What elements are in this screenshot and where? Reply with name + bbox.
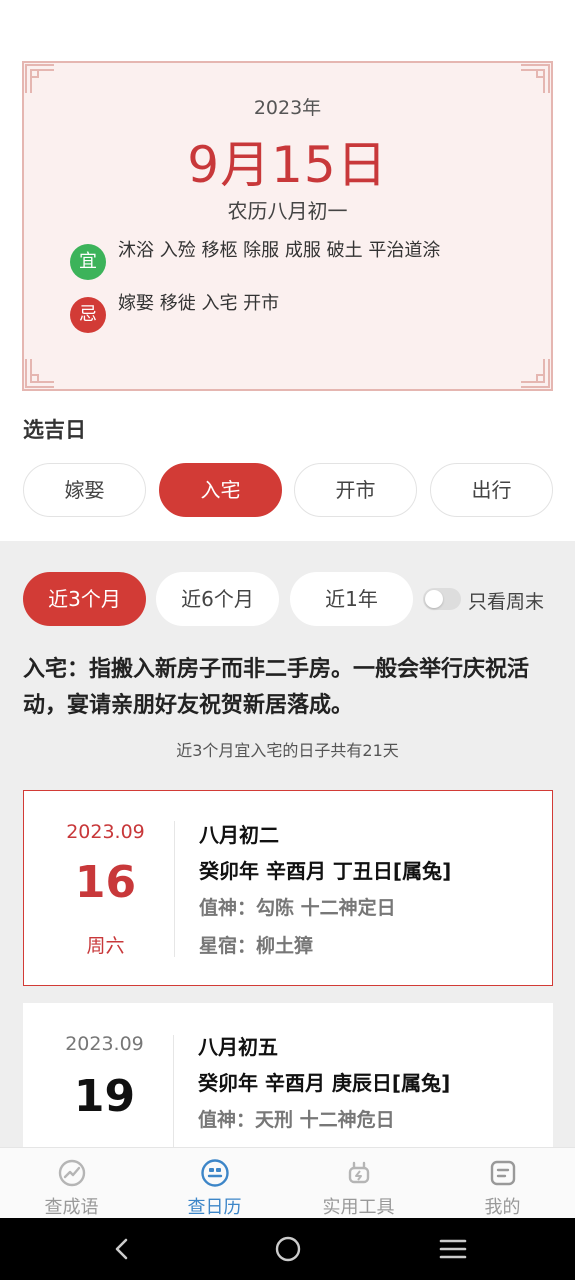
weekend-toggle[interactable] <box>423 588 461 610</box>
divider <box>174 821 175 957</box>
tools-icon <box>348 1161 370 1184</box>
back-icon[interactable] <box>107 1236 137 1262</box>
range-tab-1-year[interactable]: 近1年 <box>290 572 413 626</box>
divider <box>173 1035 174 1151</box>
day-xingxiu: 星宿：柳土獐 <box>199 935 314 957</box>
nav-label: 查日历 <box>187 1197 242 1218</box>
yi-badge: 宜 <box>70 244 106 280</box>
corner-ornament-icon <box>521 64 550 93</box>
category-tab-chuxing[interactable]: 出行 <box>430 463 553 517</box>
range-tab-6-months[interactable]: 近6个月 <box>156 572 279 626</box>
card-date: 9月15日 <box>187 136 388 194</box>
day-ganzhi: 癸卯年 辛酉月 丁丑日[属兔] <box>199 859 452 883</box>
calendar-icon <box>201 1159 229 1187</box>
nav-label: 实用工具 <box>322 1197 395 1218</box>
app-screen: 2023年 9月15日 农历八月初一 宜 沐浴 入殓 移柩 除服 成服 破土 平… <box>0 0 575 1280</box>
corner-ornament-icon <box>25 64 54 93</box>
day-ganzhi: 癸卯年 辛酉月 庚辰日[属兔] <box>198 1071 451 1095</box>
result-count: 近3个月宜入宅的日子共有21天 <box>176 741 399 760</box>
corner-ornament-icon <box>521 359 550 388</box>
recents-icon[interactable] <box>438 1236 468 1262</box>
card-year: 2023年 <box>253 97 322 119</box>
day-zhishen: 值神：天刑 十二神危日 <box>198 1109 395 1131</box>
category-description: 入宅：指搬入新房子而非二手房。一般会举行庆祝活动，宴请亲朋好友祝贺新居落成。 <box>23 657 530 718</box>
nav-item-idiom[interactable]: 查成语 <box>0 1148 143 1219</box>
nav-label: 我的 <box>484 1197 521 1218</box>
day-number: 16 <box>74 857 137 908</box>
corner-ornament-icon <box>25 359 54 388</box>
day-number: 19 <box>73 1071 136 1122</box>
system-nav-bar <box>0 1218 575 1280</box>
weekend-toggle-label[interactable]: 只看周末 <box>468 587 544 614</box>
nav-label: 查成语 <box>44 1197 99 1218</box>
card-lunar-date: 农历八月初一 <box>227 199 348 223</box>
toggle-knob <box>425 590 443 608</box>
nav-item-profile[interactable]: 我的 <box>431 1148 574 1219</box>
day-year-month: 2023.09 <box>66 821 145 843</box>
bottom-nav: 查成语 查日历 实用工具 我的 <box>0 1147 575 1218</box>
idiom-icon <box>58 1159 86 1187</box>
nav-item-tools[interactable]: 实用工具 <box>287 1148 430 1219</box>
day-card[interactable]: 2023.09 19 八月初五 癸卯年 辛酉月 庚辰日[属兔] 值神：天刑 十二… <box>23 1003 553 1151</box>
ji-row: 忌 嫁娶 移徙 入宅 开市 <box>70 289 531 333</box>
nav-item-calendar[interactable]: 查日历 <box>143 1148 286 1219</box>
day-zhishen: 值神：勾陈 十二神定日 <box>199 897 396 919</box>
date-card: 2023年 9月15日 农历八月初一 宜 沐浴 入殓 移柩 除服 成服 破土 平… <box>22 61 553 391</box>
yi-text: 沐浴 入殓 移柩 除服 成服 破土 平治道涂 <box>118 240 441 261</box>
day-lunar: 八月初五 <box>198 1035 278 1059</box>
ji-badge: 忌 <box>70 297 106 333</box>
day-card[interactable]: 2023.09 16 周六 八月初二 癸卯年 辛酉月 丁丑日[属兔] 值神：勾陈… <box>23 790 553 986</box>
category-tab-kaishi[interactable]: 开市 <box>294 463 417 517</box>
yi-row: 宜 沐浴 入殓 移柩 除服 成服 破土 平治道涂 <box>70 236 531 280</box>
category-tab-jiaqu[interactable]: 嫁娶 <box>23 463 146 517</box>
ji-text: 嫁娶 移徙 入宅 开市 <box>118 293 280 314</box>
category-tab-ruzhai[interactable]: 入宅 <box>159 463 282 517</box>
day-year-month: 2023.09 <box>65 1033 144 1055</box>
category-tabs: 嫁娶 入宅 开市 出行 <box>23 463 553 517</box>
range-tab-3-months[interactable]: 近3个月 <box>23 572 146 626</box>
profile-icon <box>490 1160 516 1186</box>
day-weekday: 周六 <box>86 935 125 957</box>
section-title: 选吉日 <box>23 418 86 442</box>
home-icon[interactable] <box>273 1236 303 1262</box>
day-lunar: 八月初二 <box>199 823 279 847</box>
